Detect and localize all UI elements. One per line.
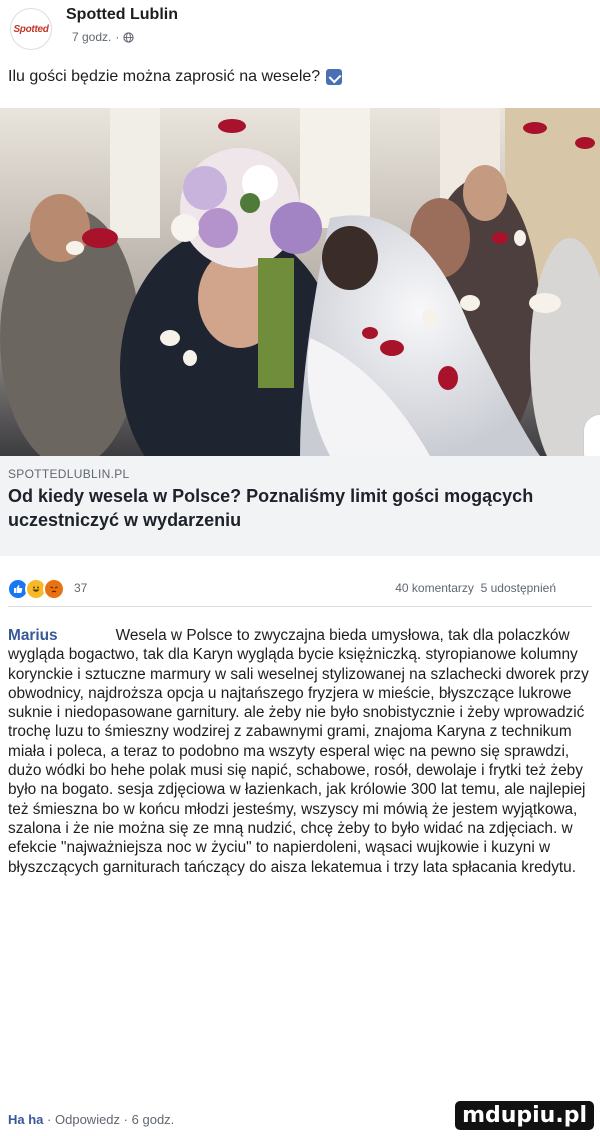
engagement-stats: 40 komentarzy 5 udostępnień	[395, 581, 556, 595]
reaction-icons[interactable]	[7, 578, 65, 600]
watermark-text: mdupiu.pl	[462, 1103, 587, 1128]
post-text-content: Ilu gości będzie można zaprosić na wesel…	[8, 68, 321, 85]
comment-timestamp[interactable]: 6 godz.	[132, 1112, 175, 1127]
link-domain: SPOTTEDLUBLIN.PL	[8, 467, 130, 481]
wedding-photo	[0, 108, 600, 456]
post-text: Ilu gości będzie można zaprosić na wesel…	[8, 68, 343, 86]
action-separator: ·	[123, 1112, 129, 1127]
link-title[interactable]: Od kiedy wesela w Polsce? Poznaliśmy lim…	[8, 484, 588, 532]
post-timestamp[interactable]: 7 godz.	[72, 30, 111, 44]
comment-text: Wesela w Polsce to zwyczajna bieda umysł…	[8, 627, 589, 876]
divider	[8, 606, 592, 607]
reply-button[interactable]: Odpowiedz	[55, 1112, 120, 1127]
comment: Marius Wesela w Polsce to zwyczajna bieda…	[8, 626, 592, 877]
link-preview-image[interactable]	[0, 108, 600, 456]
checkmark-emoji-icon	[326, 69, 343, 85]
watermark-logo: mdupiu.pl	[455, 1101, 594, 1130]
page-avatar[interactable]: Spotted	[10, 8, 52, 50]
angry-icon	[43, 578, 65, 600]
comments-count[interactable]: 40 komentarzy	[395, 581, 474, 595]
page-name-link[interactable]: Spotted Lublin	[66, 6, 178, 24]
comment-reaction-label[interactable]: Ha ha	[8, 1112, 43, 1127]
post-header: Spotted Spotted Lublin 7 godz. ·	[0, 0, 600, 60]
comment-actions: Ha ha · Odpowiedz · 6 godz.	[8, 1112, 174, 1127]
shares-count[interactable]: 5 udostępnień	[481, 581, 556, 595]
reaction-count[interactable]: 37	[74, 581, 87, 595]
meta-separator: ·	[115, 30, 120, 44]
comment-body: Marius Wesela w Polsce to zwyczajna bieda…	[8, 626, 592, 877]
avatar-logo-text: Spotted	[13, 23, 49, 35]
post-meta: 7 godz. ·	[72, 30, 135, 44]
action-separator: ·	[47, 1112, 52, 1127]
reactions-bar: 37 40 komentarzy 5 udostępnień	[0, 572, 600, 606]
link-caption[interactable]: SPOTTEDLUBLIN.PL Od kiedy wesela w Polsc…	[0, 456, 600, 556]
comment-author[interactable]: Marius	[8, 627, 58, 644]
globe-icon	[123, 31, 135, 43]
